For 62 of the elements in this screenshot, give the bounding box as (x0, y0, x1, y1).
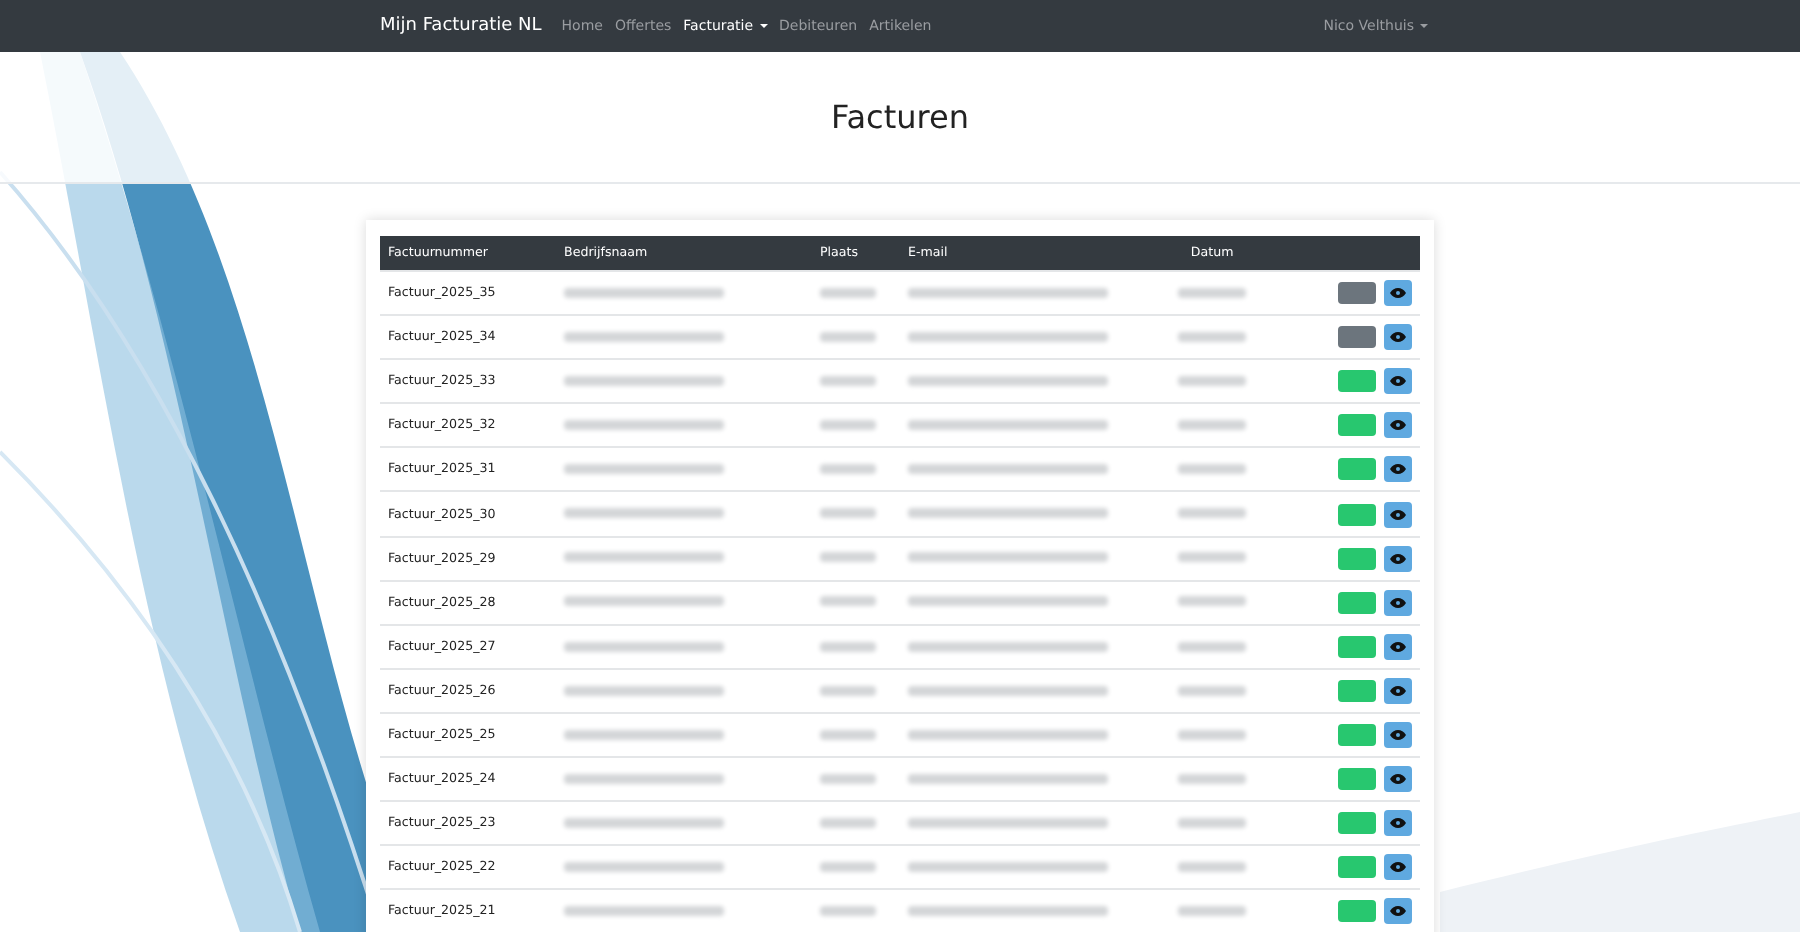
view-button[interactable] (1384, 589, 1412, 616)
page-title: Facturen (831, 98, 969, 136)
eye-icon (1390, 464, 1406, 475)
redacted-text (820, 464, 876, 475)
view-button[interactable] (1384, 456, 1412, 483)
redacted-text (1178, 596, 1247, 607)
view-button[interactable] (1384, 677, 1412, 704)
redacted-text (820, 420, 876, 431)
eye-icon (1390, 685, 1406, 696)
view-button[interactable] (1384, 721, 1412, 748)
eye-icon (1390, 420, 1406, 431)
redacted-text (820, 641, 876, 652)
redacted-text (1178, 331, 1247, 342)
redacted-text (820, 862, 876, 873)
view-button[interactable] (1384, 412, 1412, 439)
eye-icon (1390, 774, 1406, 785)
redacted-text (820, 287, 876, 298)
redacted-text (820, 729, 876, 740)
view-button[interactable] (1384, 501, 1412, 528)
redacted-text (1178, 906, 1247, 917)
redacted-text (1178, 508, 1247, 519)
redacted-text (1178, 773, 1247, 784)
redacted-text (820, 685, 876, 696)
redacted-text (1178, 641, 1247, 652)
redacted-text (1178, 376, 1247, 387)
view-button[interactable] (1384, 854, 1412, 881)
eye-icon (1390, 376, 1406, 387)
view-button[interactable] (1384, 545, 1412, 572)
redacted-text (1178, 817, 1247, 828)
view-button[interactable] (1384, 766, 1412, 793)
eye-icon (1390, 553, 1406, 564)
view-button[interactable] (1384, 280, 1412, 307)
redacted-text (820, 376, 876, 387)
eye-icon (1390, 332, 1406, 343)
redacted-text (1178, 552, 1247, 563)
eye-icon (1390, 729, 1406, 740)
eye-icon (1390, 862, 1406, 873)
redacted-text (820, 596, 876, 607)
redacted-text (820, 817, 876, 828)
brand-link[interactable]: Mijn Facturatie NL (380, 16, 542, 36)
view-button[interactable] (1384, 324, 1412, 351)
redacted-text (820, 773, 876, 784)
eye-icon (1390, 818, 1406, 829)
view-button[interactable] (1384, 810, 1412, 837)
view-button[interactable] (1384, 633, 1412, 660)
redacted-text (820, 552, 876, 563)
eye-icon (1390, 509, 1406, 520)
redacted-text (1178, 685, 1247, 696)
redacted-text (1178, 420, 1247, 431)
redacted-text (1178, 862, 1247, 873)
redacted-text (1178, 464, 1247, 475)
eye-icon (1390, 288, 1406, 299)
eye-icon (1390, 906, 1406, 917)
redacted-text (1178, 729, 1247, 740)
redacted-text (820, 508, 876, 519)
redacted-text (820, 331, 876, 342)
view-button[interactable] (1384, 368, 1412, 395)
redacted-text (820, 906, 876, 917)
eye-icon (1390, 597, 1406, 608)
view-button[interactable] (1384, 898, 1412, 925)
eye-icon (1390, 641, 1406, 652)
redacted-text (1178, 287, 1247, 298)
